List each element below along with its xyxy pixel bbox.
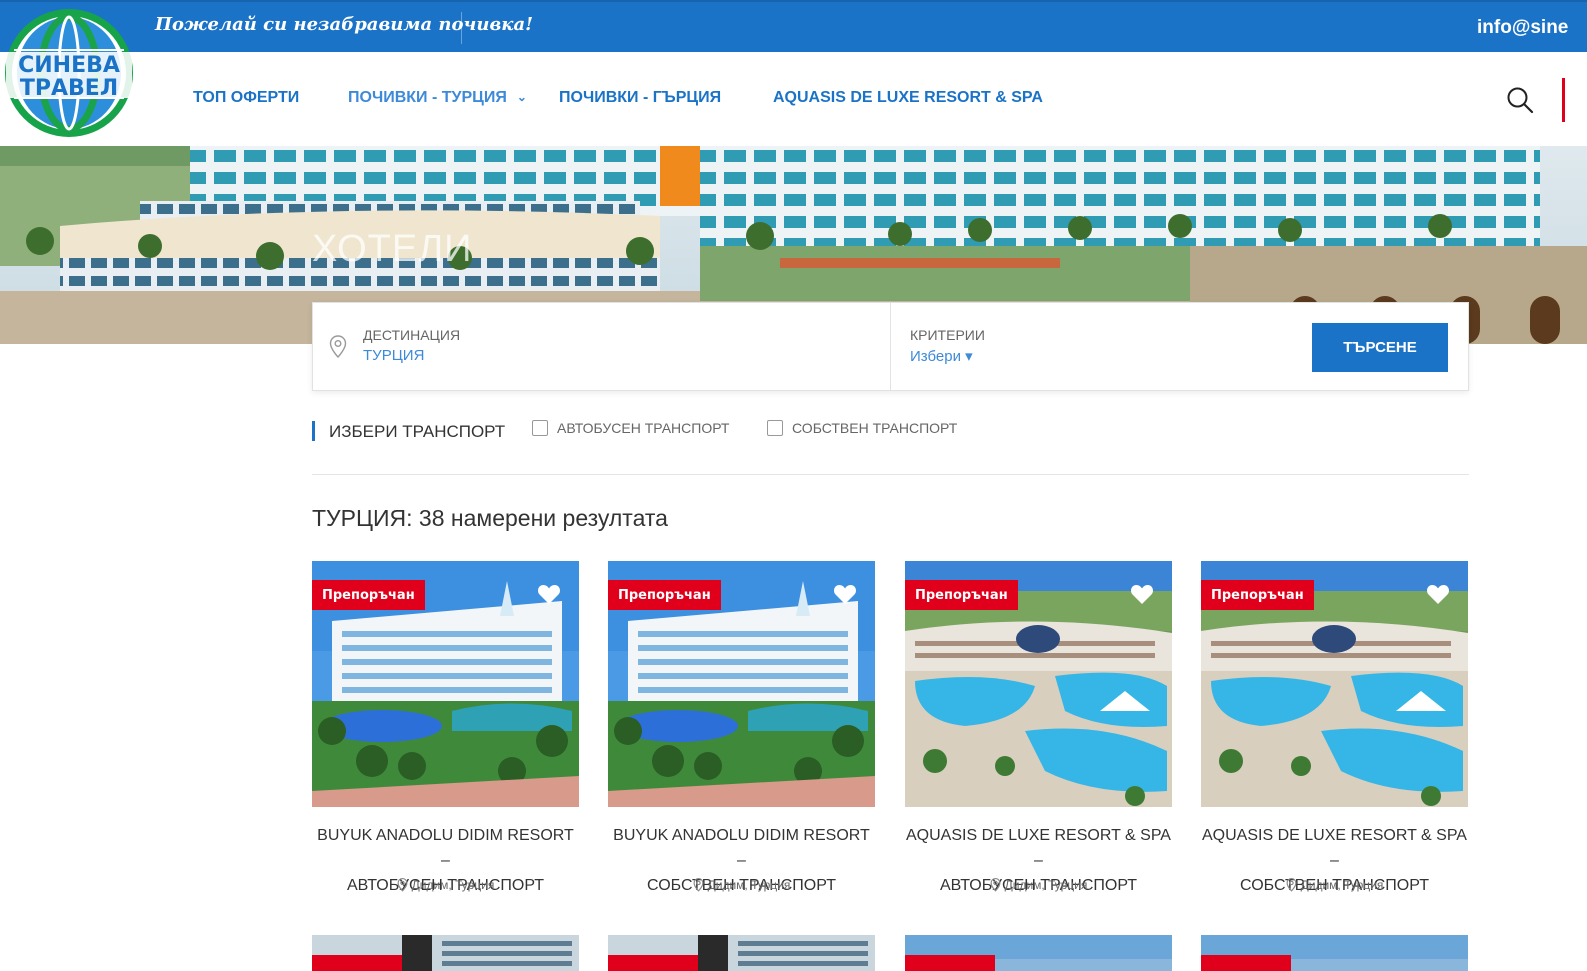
location-pin-icon bbox=[397, 878, 408, 892]
divider bbox=[312, 474, 1469, 475]
hotel-name-line1: AQUASIS DE LUXE RESORT & SPA – bbox=[906, 827, 1171, 869]
heart-icon[interactable] bbox=[833, 583, 857, 605]
transport-filter: ИЗБЕРИ ТРАНСПОРТ АВТОБУСЕН ТРАНСПОРТ СОБ… bbox=[312, 420, 1469, 442]
results-title: ТУРЦИЯ: 38 намерени резултата bbox=[312, 505, 668, 531]
destination-label: ДЕСТИНАЦИЯ bbox=[363, 327, 461, 343]
hotel-card[interactable]: Препоръчан AQUASIS DE LUXE RESORT & SPA … bbox=[905, 561, 1172, 901]
criteria-select[interactable]: Избери ▾ bbox=[910, 347, 973, 365]
logo-line2: ТРАВЕЛ bbox=[20, 76, 118, 101]
checkbox-icon[interactable] bbox=[532, 420, 548, 436]
logo-line1: СИНЕВА bbox=[18, 53, 120, 78]
filter-accent-bar bbox=[312, 421, 315, 441]
location-pin-icon bbox=[990, 878, 1001, 892]
hotel-card[interactable]: Препоръчан BUYUK ANADOLU DIDIM RESORT – … bbox=[608, 561, 875, 901]
criteria-label: КРИТЕРИИ bbox=[910, 327, 985, 343]
heart-icon[interactable] bbox=[1130, 583, 1154, 605]
main-nav: ТОП ОФЕРТИ ПОЧИВКИ - ТУРЦИЯ ⌄ ПОЧИВКИ - Г… bbox=[0, 52, 1587, 146]
hotel-card-partial[interactable] bbox=[312, 935, 579, 971]
bus-transport-label: АВТОБУСЕН ТРАНСПОРТ bbox=[557, 420, 730, 436]
hero-title: ХОТЕЛИ bbox=[312, 228, 473, 270]
hotel-location-text: Дидим, Турция bbox=[411, 878, 495, 892]
hotel-location: Дидим, Турция bbox=[312, 878, 579, 892]
location-pin-icon bbox=[1286, 878, 1297, 892]
location-pin-icon bbox=[693, 878, 704, 892]
topbar-divider bbox=[461, 12, 462, 44]
filter-title: ИЗБЕРИ ТРАНСПОРТ bbox=[329, 422, 506, 441]
chevron-down-icon: ⌄ bbox=[516, 90, 527, 104]
checkbox-icon[interactable] bbox=[767, 420, 783, 436]
nav-cta-edge[interactable] bbox=[1562, 78, 1587, 122]
logo[interactable]: СИНЕВА ТРАВЕЛ bbox=[2, 6, 136, 140]
hotel-name-line1: BUYUK ANADOLU DIDIM RESORT – bbox=[613, 827, 870, 869]
search-icon[interactable] bbox=[1506, 86, 1534, 114]
bus-transport-option[interactable]: АВТОБУСЕН ТРАНСПОРТ bbox=[532, 420, 729, 436]
hotel-location-text: Дидим, Турция bbox=[1004, 878, 1088, 892]
search-panel: ДЕСТИНАЦИЯ ТУРЦИЯ КРИТЕРИИ Избери ▾ ТЪРС… bbox=[312, 302, 1469, 391]
location-pin-icon bbox=[329, 335, 347, 359]
recommended-badge: Препоръчан bbox=[312, 580, 425, 610]
recommended-badge: Препоръчан bbox=[905, 580, 1018, 610]
heart-icon[interactable] bbox=[537, 583, 561, 605]
recommended-badge: Препоръчан bbox=[608, 580, 721, 610]
recommended-badge: Препоръчан bbox=[1201, 580, 1314, 610]
nav-top-offers[interactable]: ТОП ОФЕРТИ bbox=[193, 89, 299, 107]
search-divider bbox=[890, 303, 891, 390]
heart-icon[interactable] bbox=[1426, 583, 1450, 605]
hotel-card-partial[interactable] bbox=[1201, 935, 1468, 971]
search-button[interactable]: ТЪРСЕНЕ bbox=[1312, 323, 1448, 372]
own-transport-option[interactable]: СОБСТВЕН ТРАНСПОРТ bbox=[767, 420, 957, 436]
hotel-card-partial[interactable] bbox=[905, 935, 1172, 971]
hotel-card[interactable]: Препоръчан AQUASIS DE LUXE RESORT & SPA … bbox=[1201, 561, 1468, 901]
nav-holidays-turkey[interactable]: ПОЧИВКИ - ТУРЦИЯ ⌄ bbox=[348, 89, 527, 107]
nav-holidays-turkey-label: ПОЧИВКИ - ТУРЦИЯ bbox=[348, 89, 507, 106]
hotel-name-line1: AQUASIS DE LUXE RESORT & SPA – bbox=[1202, 827, 1467, 869]
hotel-name-line1: BUYUK ANADOLU DIDIM RESORT – bbox=[317, 827, 574, 869]
hotel-location-text: Дидим, Турция bbox=[707, 878, 791, 892]
hotel-location: Дидим, Турция bbox=[905, 878, 1172, 892]
destination-select[interactable]: ТУРЦИЯ bbox=[363, 347, 424, 364]
own-transport-label: СОБСТВЕН ТРАНСПОРТ bbox=[792, 420, 958, 436]
top-bar: Пожелай си незабравима почивка! info@sin… bbox=[0, 0, 1587, 52]
hotel-location: Дидим, Турция bbox=[608, 878, 875, 892]
hotel-location: Дидим, Турция bbox=[1201, 878, 1468, 892]
contact-email-link[interactable]: info@sine bbox=[1477, 17, 1587, 39]
hotel-card-partial[interactable] bbox=[608, 935, 875, 971]
nav-holidays-greece[interactable]: ПОЧИВКИ - ГЪРЦИЯ bbox=[559, 89, 721, 107]
hotel-location-text: Дидим, Турция bbox=[1300, 878, 1384, 892]
hotel-card[interactable]: Препоръчан BUYUK ANADOLU DIDIM RESORT – … bbox=[312, 561, 579, 901]
nav-aquasis-resort[interactable]: AQUASIS DE LUXE RESORT & SPA bbox=[773, 89, 1043, 107]
slogan: Пожелай си незабравима почивка! bbox=[155, 14, 534, 35]
